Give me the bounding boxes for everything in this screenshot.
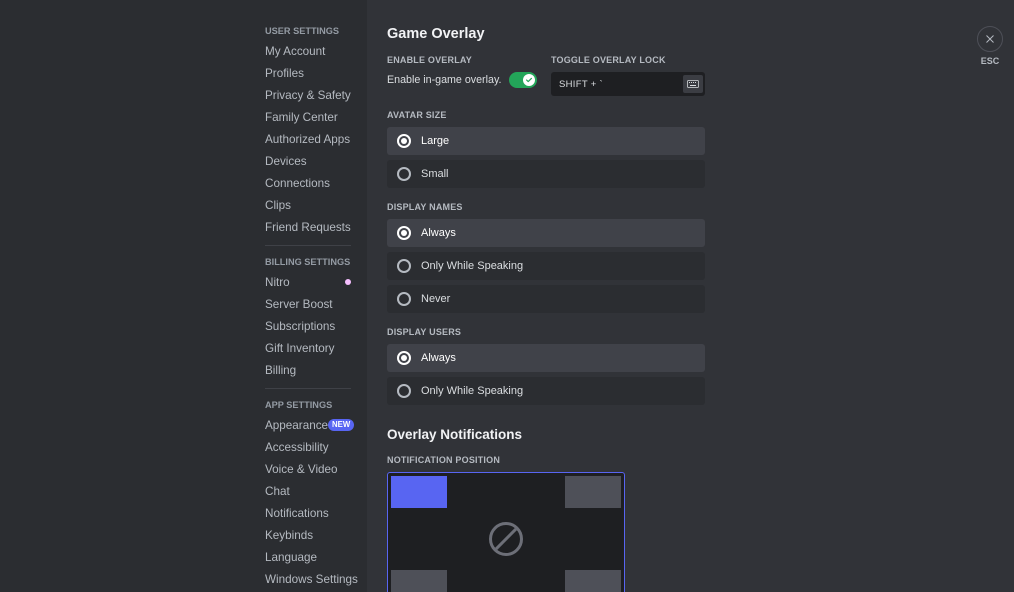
enable-overlay-header: ENABLE OVERLAY xyxy=(387,55,537,65)
avatar-size-header: AVATAR SIZE xyxy=(387,110,705,120)
sidebar-section-header: USER SETTINGS xyxy=(257,26,359,40)
avatar-size-option-small[interactable]: Small xyxy=(387,160,705,188)
radio-label: Small xyxy=(421,168,449,180)
sidebar-item-label: Subscriptions xyxy=(265,320,335,333)
radio-icon xyxy=(397,167,411,181)
nitro-icon xyxy=(345,279,351,285)
sidebar-item-windows-settings[interactable]: Windows Settings xyxy=(257,568,359,590)
close-button[interactable] xyxy=(977,26,1003,52)
sidebar-item-label: Windows Settings xyxy=(265,573,358,586)
sidebar-item-appearance[interactable]: AppearanceNEW xyxy=(257,414,359,436)
sidebar-item-clips[interactable]: Clips xyxy=(257,194,359,216)
sidebar-item-label: Friend Requests xyxy=(265,221,351,234)
sidebar-item-nitro[interactable]: Nitro xyxy=(257,271,359,293)
sidebar-item-label: Appearance xyxy=(265,419,328,432)
sidebar-item-label: Voice & Video xyxy=(265,463,338,476)
settings-content: ESC Game Overlay ENABLE OVERLAY Enable i… xyxy=(367,0,1014,592)
toggle-lock-header: TOGGLE OVERLAY LOCK xyxy=(551,55,705,65)
display-users-option-always[interactable]: Always xyxy=(387,344,705,372)
avatar-size-option-large[interactable]: Large xyxy=(387,127,705,155)
sidebar-item-label: Privacy & Safety xyxy=(265,89,351,102)
sidebar-item-label: Clips xyxy=(265,199,291,212)
sidebar-item-label: Profiles xyxy=(265,67,304,80)
sidebar-item-subscriptions[interactable]: Subscriptions xyxy=(257,315,359,337)
sidebar-item-billing[interactable]: Billing xyxy=(257,359,359,381)
sidebar-item-label: Authorized Apps xyxy=(265,133,350,146)
sidebar-item-label: My Account xyxy=(265,45,325,58)
sidebar-item-label: Server Boost xyxy=(265,298,333,311)
sidebar-item-label: Nitro xyxy=(265,276,290,289)
sidebar-separator xyxy=(265,245,351,246)
sidebar-item-privacy-safety[interactable]: Privacy & Safety xyxy=(257,84,359,106)
overlay-lock-keybind[interactable]: SHIFT + ` xyxy=(551,72,705,96)
check-icon xyxy=(525,76,533,84)
sidebar-item-label: Notifications xyxy=(265,507,329,520)
sidebar-item-family-center[interactable]: Family Center xyxy=(257,106,359,128)
radio-label: Large xyxy=(421,135,449,147)
sidebar-item-label: Keybinds xyxy=(265,529,313,542)
radio-label: Never xyxy=(421,293,450,305)
sidebar-section-header: APP SETTINGS xyxy=(257,396,359,414)
sidebar-item-label: Gift Inventory xyxy=(265,342,335,355)
display-users-option-only-while-speaking[interactable]: Only While Speaking xyxy=(387,377,705,405)
sidebar-item-label: Accessibility xyxy=(265,441,329,454)
position-top-right[interactable] xyxy=(565,476,621,508)
sidebar-item-keybinds[interactable]: Keybinds xyxy=(257,524,359,546)
new-badge: NEW xyxy=(328,419,354,430)
position-top-left[interactable] xyxy=(391,476,447,508)
sidebar-item-friend-requests[interactable]: Friend Requests xyxy=(257,216,359,238)
sidebar-item-accessibility[interactable]: Accessibility xyxy=(257,436,359,458)
sidebar-item-devices[interactable]: Devices xyxy=(257,150,359,172)
radio-icon xyxy=(397,384,411,398)
esc-label: ESC xyxy=(981,56,1000,66)
keybind-value: SHIFT + ` xyxy=(559,79,603,90)
sidebar-item-chat[interactable]: Chat xyxy=(257,480,359,502)
display-names-option-only-while-speaking[interactable]: Only While Speaking xyxy=(387,252,705,280)
settings-sidebar: USER SETTINGS My Account Profiles Privacy &… xyxy=(257,0,367,592)
position-disabled[interactable] xyxy=(489,522,523,556)
sidebar-item-gift-inventory[interactable]: Gift Inventory xyxy=(257,337,359,359)
sidebar-item-my-account[interactable]: My Account xyxy=(257,40,359,62)
display-names-option-never[interactable]: Never xyxy=(387,285,705,313)
radio-label: Always xyxy=(421,352,456,364)
radio-icon xyxy=(397,351,411,365)
radio-icon xyxy=(397,226,411,240)
page-title: Game Overlay xyxy=(387,26,705,42)
enable-overlay-label: Enable in-game overlay. xyxy=(387,74,501,86)
position-bottom-left[interactable] xyxy=(391,570,447,592)
enable-overlay-toggle[interactable] xyxy=(509,72,537,88)
sidebar-item-server-boost[interactable]: Server Boost xyxy=(257,293,359,315)
radio-label: Always xyxy=(421,227,456,239)
radio-label: Only While Speaking xyxy=(421,385,523,397)
sidebar-separator xyxy=(265,388,351,389)
sidebar-item-authorized-apps[interactable]: Authorized Apps xyxy=(257,128,359,150)
sidebar-item-connections[interactable]: Connections xyxy=(257,172,359,194)
radio-icon xyxy=(397,292,411,306)
sidebar-item-label: Family Center xyxy=(265,111,338,124)
sidebar-item-label: Devices xyxy=(265,155,307,168)
notification-position-header: NOTIFICATION POSITION xyxy=(387,455,705,465)
radio-icon xyxy=(397,134,411,148)
close-icon xyxy=(984,33,996,45)
sidebar-item-label: Language xyxy=(265,551,317,564)
sidebar-item-voice-video[interactable]: Voice & Video xyxy=(257,458,359,480)
keyboard-icon xyxy=(683,75,703,93)
radio-icon xyxy=(397,259,411,273)
display-names-option-always[interactable]: Always xyxy=(387,219,705,247)
radio-label: Only While Speaking xyxy=(421,260,523,272)
sidebar-item-language[interactable]: Language xyxy=(257,546,359,568)
display-names-header: DISPLAY NAMES xyxy=(387,202,705,212)
sidebar-item-notifications[interactable]: Notifications xyxy=(257,502,359,524)
sidebar-item-label: Chat xyxy=(265,485,290,498)
sidebar-item-label: Billing xyxy=(265,364,296,377)
sidebar-item-profiles[interactable]: Profiles xyxy=(257,62,359,84)
notification-position-picker xyxy=(387,472,625,592)
overlay-notifications-title: Overlay Notifications xyxy=(387,427,705,442)
sidebar-section-header: BILLING SETTINGS xyxy=(257,253,359,271)
sidebar-item-label: Connections xyxy=(265,177,330,190)
display-users-header: DISPLAY USERS xyxy=(387,327,705,337)
position-bottom-right[interactable] xyxy=(565,570,621,592)
